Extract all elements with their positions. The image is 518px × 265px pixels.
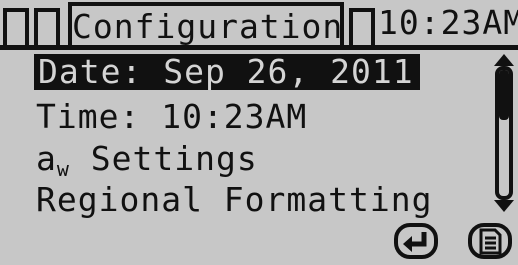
- menu-item-time[interactable]: Time: 10:23AM: [36, 99, 307, 135]
- status-box-icon: [349, 8, 375, 45]
- aw-label-prefix: a: [36, 139, 57, 178]
- aw-label-subscript: w: [56, 157, 70, 181]
- header-bar: Configuration 10:23AM: [0, 0, 518, 50]
- menu-item-date[interactable]: Date: Sep 26, 2011: [34, 54, 420, 90]
- header-divider: [0, 45, 518, 50]
- lcd-screen: Configuration 10:23AM Date: Sep 26, 2011…: [0, 0, 518, 265]
- status-box-icon: [3, 8, 29, 45]
- menu-item-regional-formatting[interactable]: Regional Formatting: [36, 182, 433, 218]
- aw-label-suffix: Settings: [69, 139, 258, 178]
- document-log-icon[interactable]: [468, 222, 512, 260]
- scroll-down-arrow-icon[interactable]: [494, 200, 514, 212]
- scroll-up-arrow-icon[interactable]: [494, 54, 514, 66]
- clock-display: 10:23AM: [378, 3, 518, 42]
- scrollbar-thumb[interactable]: [499, 70, 509, 120]
- screen-title: Configuration: [68, 2, 344, 48]
- status-box-icon: [34, 8, 60, 45]
- enter-arrow-icon[interactable]: [394, 222, 438, 260]
